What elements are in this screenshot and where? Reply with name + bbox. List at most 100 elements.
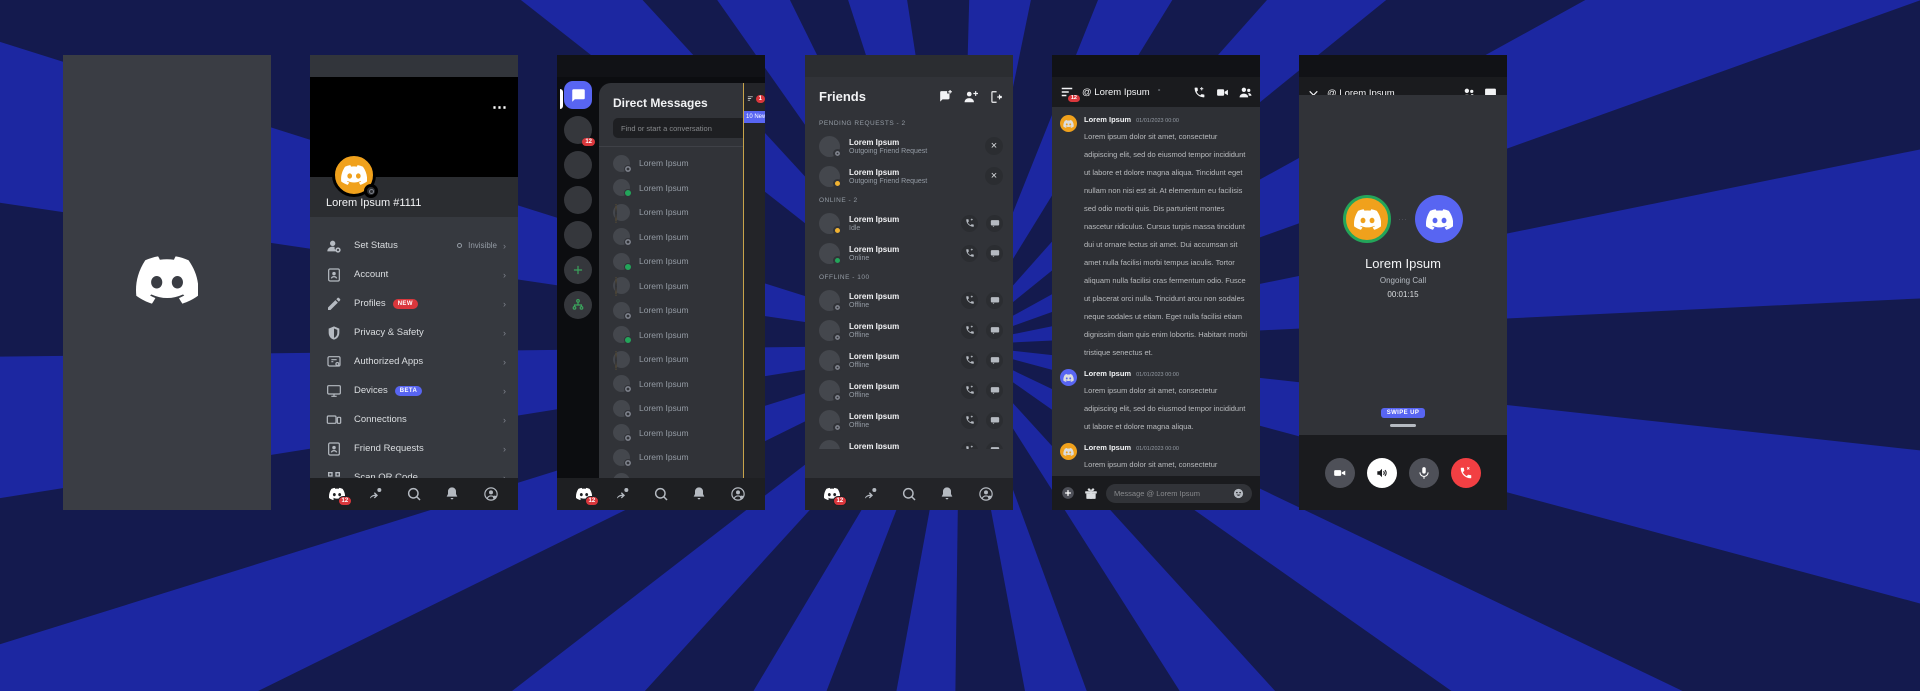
members-icon[interactable] (1239, 86, 1252, 99)
dm-list-item[interactable]: Lorem Ipsum (599, 274, 765, 299)
dm-list-item[interactable]: Lorem Ipsum (599, 421, 765, 446)
rail-item-server[interactable] (564, 186, 592, 214)
dm-list-item[interactable]: Lorem Ipsum (599, 396, 765, 421)
message-friend-button[interactable] (986, 244, 1003, 262)
settings-item-devices[interactable]: Devices BETA › (310, 376, 518, 405)
more-horizontal-icon[interactable]: ⋯ (492, 100, 508, 115)
friend-row[interactable]: Lorem IpsumOffline (805, 345, 1013, 375)
friend-row[interactable]: Lorem IpsumOffline (805, 315, 1013, 345)
friend-row[interactable]: Lorem Ipsum Online (805, 238, 1013, 268)
message-friend-button[interactable] (986, 321, 1003, 339)
dm-list-item[interactable]: Lorem Ipsum (599, 323, 765, 348)
avatar[interactable] (332, 153, 378, 198)
nav-item-friends[interactable] (860, 485, 882, 503)
message-friend-button[interactable] (986, 351, 1003, 369)
rail-item-server[interactable] (564, 151, 592, 179)
dm-list-item[interactable]: Lorem Ipsum (599, 372, 765, 397)
nav-item-servers[interactable]: 12 (821, 485, 848, 506)
nav-item-search[interactable] (403, 485, 425, 503)
gift-icon[interactable] (1083, 485, 1099, 501)
settings-item-account[interactable]: Account › (310, 260, 518, 289)
settings-item-privacy-safety[interactable]: Privacy & Safety › (310, 318, 518, 347)
call-friend-button[interactable] (961, 441, 978, 449)
add-attachment-icon[interactable] (1060, 485, 1076, 501)
call-friend-button[interactable] (961, 411, 978, 429)
friend-row[interactable]: Lorem IpsumOffline (805, 435, 1013, 449)
friends-section-header: ONLINE - 2 (819, 197, 858, 204)
join-server-icon[interactable] (989, 90, 1003, 104)
call-friend-button[interactable] (961, 321, 978, 339)
presence-offline-icon (624, 409, 632, 418)
call-friend-button[interactable] (961, 381, 978, 399)
channel-list-icon[interactable]: 12 (1060, 85, 1080, 102)
nav-item-servers[interactable]: 12 (573, 485, 600, 506)
cancel-request-button[interactable]: × (985, 167, 1003, 185)
dm-list-item[interactable]: Lorem Ipsum (599, 347, 765, 372)
presence-offline-icon (833, 362, 842, 372)
call-friend-button[interactable] (961, 214, 978, 232)
nav-item-notifications[interactable] (441, 485, 463, 503)
dm-title: Direct Messages (613, 95, 708, 110)
emoji-icon[interactable] (1233, 488, 1244, 499)
friend-row[interactable]: Lorem IpsumOffline (805, 285, 1013, 315)
settings-item-set-status[interactable]: Set Status Invisible › (310, 231, 518, 260)
nav-item-friends[interactable] (365, 485, 387, 503)
nav-item-servers[interactable]: 12 (326, 485, 353, 506)
splash-body (63, 55, 271, 510)
nav-item-search[interactable] (650, 485, 672, 503)
swipe-up-hint[interactable]: SWIPE UP (1380, 408, 1426, 418)
end-call-button[interactable] (1451, 457, 1481, 488)
dm-list-item[interactable]: Lorem Ipsum (599, 176, 765, 201)
dm-list-item[interactable]: Lorem Ipsum (599, 200, 765, 225)
nav-item-search[interactable] (898, 485, 920, 503)
call-friend-button[interactable] (961, 244, 978, 262)
new-dm-icon[interactable] (939, 89, 953, 104)
message-input[interactable]: Message @ Lorem Ipsum (1106, 483, 1252, 503)
friend-row[interactable]: Lorem Ipsum Outgoing Friend Request × (805, 161, 1013, 191)
cancel-request-button[interactable]: × (985, 137, 1003, 155)
settings-item-authorized-apps[interactable]: Authorized Apps › (310, 347, 518, 376)
nav-item-notifications[interactable] (688, 485, 710, 503)
message-friend-button[interactable] (986, 441, 1003, 449)
dm-list-item[interactable]: Lorem Ipsum (599, 298, 765, 323)
settings-item-friend-requests[interactable]: Friend Requests › (310, 434, 518, 463)
message-friend-button[interactable] (986, 381, 1003, 399)
dm-list-item[interactable]: Lorem Ipsum (599, 445, 765, 470)
friends-list: PENDING REQUESTS - 2 Lorem Ipsum Outgoing … (805, 114, 1013, 449)
nav-item-profile[interactable] (975, 485, 997, 503)
nav-item-profile[interactable] (480, 485, 502, 503)
message-friend-button[interactable] (986, 291, 1003, 309)
call-friend-button[interactable] (961, 291, 978, 309)
settings-item-connections[interactable]: Connections › (310, 405, 518, 434)
mic-toggle-button[interactable] (1409, 457, 1439, 488)
nav-item-notifications[interactable] (936, 485, 958, 503)
message-friend-button[interactable] (986, 411, 1003, 429)
dm-list-item[interactable]: Lorem Ipsum (599, 151, 765, 176)
video-icon[interactable] (1216, 86, 1229, 99)
add-friend-icon[interactable] (964, 90, 978, 104)
chevron-right-icon: › (503, 385, 506, 396)
settings-item-profiles[interactable]: Profiles NEW › (310, 289, 518, 318)
channel-peek-panel[interactable]: 1 10 New (743, 83, 765, 510)
rail-item-direct-messages[interactable] (564, 81, 592, 109)
rail-item-server[interactable]: 12 (564, 116, 595, 146)
video-toggle-button[interactable] (1325, 457, 1355, 488)
friend-row[interactable]: Lorem Ipsum Outgoing Friend Request × (805, 131, 1013, 161)
dm-list-item[interactable]: Lorem Ipsum (599, 225, 765, 250)
call-icon[interactable] (1193, 86, 1206, 99)
presence-offline-icon (624, 311, 632, 320)
dm-list-item[interactable]: Lorem Ipsum (599, 249, 765, 274)
call-friend-button[interactable] (961, 351, 978, 369)
nav-item-profile[interactable] (727, 485, 749, 503)
message-author: Lorem Ipsum (1084, 115, 1132, 124)
nav-item-friends[interactable] (612, 485, 634, 503)
friend-row[interactable]: Lorem IpsumOffline (805, 405, 1013, 435)
speaker-toggle-button[interactable] (1367, 457, 1397, 488)
explore-servers-button[interactable] (564, 291, 592, 319)
rail-item-server[interactable] (564, 221, 592, 249)
friend-row[interactable]: Lorem IpsumOffline (805, 375, 1013, 405)
drag-handle[interactable] (1390, 424, 1416, 427)
message-friend-button[interactable] (986, 214, 1003, 232)
friend-row[interactable]: Lorem Ipsum Idle (805, 208, 1013, 238)
add-server-button[interactable] (564, 256, 592, 284)
